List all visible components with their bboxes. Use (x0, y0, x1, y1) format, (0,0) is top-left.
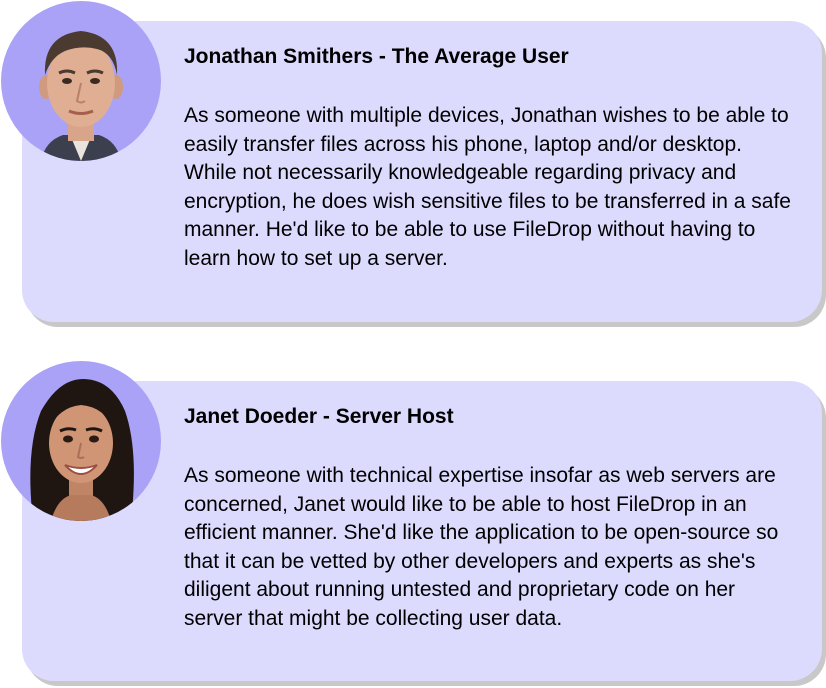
woman-portrait-icon (30, 379, 134, 521)
persona-description: As someone with multiple devices, Jonath… (184, 104, 791, 270)
persona-name: Janet Doeder - Server Host (184, 405, 454, 428)
persona-description: As someone with technical expertise inso… (184, 464, 779, 630)
persona-name: Jonathan Smithers - The Average User (184, 45, 569, 68)
avatar (1, 361, 161, 521)
man-portrait-icon (39, 31, 123, 161)
avatar (1, 1, 161, 161)
